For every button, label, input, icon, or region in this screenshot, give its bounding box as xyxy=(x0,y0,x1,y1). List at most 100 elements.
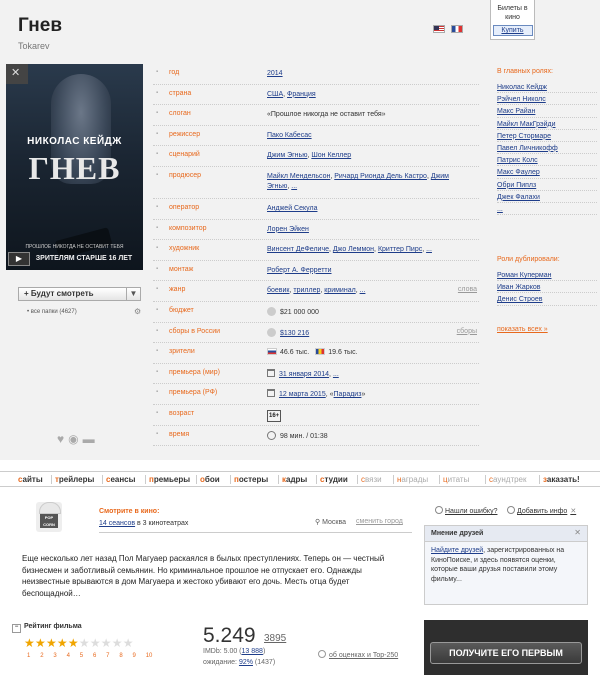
actor-link[interactable]: Николас Кейдж xyxy=(497,83,597,94)
writer-link[interactable]: Джим Эгнью xyxy=(267,152,307,159)
actor-link[interactable]: Патрис Колс xyxy=(497,156,597,167)
more-link[interactable]: ... xyxy=(426,246,432,253)
star-rating[interactable]: ★★★★★★★★★★ xyxy=(24,636,134,650)
expect-suffix: (1437) xyxy=(252,659,276,666)
report-error-link[interactable]: Нашли ошибку? xyxy=(435,506,497,515)
nav-item[interactable]: обои xyxy=(200,475,220,484)
sessions-link[interactable]: 14 сеансов xyxy=(99,520,135,527)
nav-item[interactable]: студии xyxy=(320,475,348,484)
actor-link[interactable]: Петер Стормаре xyxy=(497,132,597,142)
operator-link[interactable]: Анджей Секула xyxy=(267,205,317,212)
box-office-details-link[interactable]: сборы xyxy=(457,328,477,335)
premiere-rf-link[interactable]: 12 марта 2015 xyxy=(279,391,326,398)
star-rating-numbers: 1 2 3 4 5 6 7 8 9 10 xyxy=(27,653,159,659)
change-city-link[interactable]: сменить город xyxy=(356,518,403,525)
distributor-link[interactable]: Парадиз xyxy=(334,391,362,398)
clock-icon xyxy=(267,430,276,440)
watchlist-button[interactable]: + Будут смотреть ▼ xyxy=(18,287,141,301)
poster-corner-icon[interactable] xyxy=(6,64,28,84)
actor-link[interactable]: Павел Личникофф xyxy=(497,144,597,155)
writer-link[interactable]: Шон Келлер xyxy=(311,152,351,159)
play-trailer-icon[interactable]: ▶ xyxy=(8,252,30,266)
actor-link[interactable]: Рэйчел Николс xyxy=(497,95,597,106)
editor-link[interactable]: Роберт А. Ферретти xyxy=(267,267,332,274)
producer-link[interactable]: Ричард Риондa Дель Кастро xyxy=(334,173,427,180)
close-icon[interactable]: ✕ xyxy=(574,528,581,537)
director-link[interactable]: Пако Кабесас xyxy=(267,132,312,139)
dubber-link[interactable]: Денис Строев xyxy=(497,295,597,306)
age-badge[interactable]: 16+ xyxy=(267,409,282,422)
rating-star-icon[interactable]: ★ xyxy=(79,636,90,650)
nav-item[interactable]: премьеры xyxy=(149,475,190,484)
nav-item[interactable]: кадры xyxy=(282,475,307,484)
genre-link[interactable]: криминал xyxy=(324,287,355,294)
rating-heading[interactable]: Рейтинг фильма xyxy=(12,623,82,633)
about-ratings-link[interactable]: об оценках и Top-250 xyxy=(318,650,398,659)
more-actors-link[interactable]: ... xyxy=(497,205,597,216)
actor-link[interactable]: Макс Фаулер xyxy=(497,168,597,179)
producer-link[interactable]: Майкл Мендельсон xyxy=(267,173,330,180)
find-friends-link[interactable]: Найдите друзей xyxy=(431,547,483,554)
nav-item[interactable]: цитаты xyxy=(443,475,469,484)
composer-link[interactable]: Лорен Эйкен xyxy=(267,226,309,233)
actor-link[interactable]: Обри Пиплз xyxy=(497,181,597,191)
country-link[interactable]: Франция xyxy=(287,91,316,98)
genre-link[interactable]: боевик xyxy=(267,287,290,294)
more-link[interactable]: ... xyxy=(291,183,297,190)
rating-star-icon[interactable]: ★ xyxy=(57,636,68,650)
us-flag-icon[interactable] xyxy=(433,25,445,33)
rating-star-icon[interactable]: ★ xyxy=(46,636,57,650)
more-link[interactable]: ... xyxy=(333,371,339,378)
year-link[interactable]: 2014 xyxy=(267,70,283,77)
get-it-first-button[interactable]: ПОЛУЧИТЕ ЕГО ПЕРВЫМ xyxy=(430,642,582,664)
rating-star-icon[interactable]: ★ xyxy=(68,636,79,650)
artist-link[interactable]: Криттер Пирс xyxy=(378,246,422,253)
about-ratings-label: об оценках и Top-250 xyxy=(329,652,399,659)
dubber-link[interactable]: Иван Жарков xyxy=(497,283,597,294)
heart-icon[interactable]: ♥ xyxy=(57,432,68,446)
rating-star-icon[interactable]: ★ xyxy=(112,636,123,650)
box-office-link[interactable]: $130 216 xyxy=(280,330,309,337)
info-row-box-office: сборы в России $130 216 сборы xyxy=(153,323,479,344)
expect-pct-link[interactable]: 92% xyxy=(239,659,253,666)
buy-tickets-button[interactable]: Купить xyxy=(492,25,533,36)
movie-poster[interactable]: НИКОЛАС КЕЙДЖ ГНЕВ ПРОШЛОЕ НИКОГДА НЕ ОС… xyxy=(6,64,143,270)
info-icon xyxy=(318,650,326,658)
dubber-link[interactable]: Роман Куперман xyxy=(497,271,597,282)
actor-link[interactable]: Джек Фалахи xyxy=(497,193,597,203)
rating-star-icon[interactable]: ★ xyxy=(101,636,112,650)
genre-link[interactable]: триллер xyxy=(293,287,320,294)
premiere-world-link[interactable]: 31 января 2014 xyxy=(279,371,329,378)
eye-icon[interactable]: ◉ xyxy=(68,432,82,446)
nav-item[interactable]: сайты xyxy=(18,475,43,484)
country-link[interactable]: США xyxy=(267,91,283,98)
show-all-cast-link[interactable]: показать всех » xyxy=(497,326,548,333)
add-info-link[interactable]: Добавить инфо ✕ xyxy=(507,506,576,515)
chevron-down-icon[interactable]: ▼ xyxy=(126,288,140,300)
nav-item[interactable]: связи xyxy=(361,475,382,484)
comment-icon[interactable]: ▬ xyxy=(83,432,99,446)
nav-separator xyxy=(439,475,440,484)
artist-link[interactable]: Джо Леммон xyxy=(333,246,374,253)
nav-item[interactable]: трейлеры xyxy=(55,475,94,484)
rating-star-icon[interactable]: ★ xyxy=(35,636,46,650)
distributor-suffix: » xyxy=(361,391,366,399)
close-icon[interactable]: ✕ xyxy=(570,508,576,515)
keywords-link[interactable]: слова xyxy=(458,286,477,293)
folder-settings-icon[interactable]: ⚙ xyxy=(134,307,141,316)
more-link[interactable]: ... xyxy=(360,287,366,294)
nav-item[interactable]: сеансы xyxy=(106,475,135,484)
nav-item[interactable]: саундтрек xyxy=(489,475,527,484)
rating-star-icon[interactable]: ★ xyxy=(90,636,101,650)
fr-flag-icon[interactable] xyxy=(451,25,463,33)
artist-link[interactable]: Винсент ДеФеличе xyxy=(267,246,329,253)
imdb-votes-link[interactable]: 13 888 xyxy=(242,648,263,655)
nav-item[interactable]: награды xyxy=(397,475,428,484)
actor-link[interactable]: Майкл МакГрэйди xyxy=(497,120,597,130)
nav-item[interactable]: заказать! xyxy=(543,475,580,484)
rating-star-icon[interactable]: ★ xyxy=(24,636,35,650)
rating-votes-link[interactable]: 3895 xyxy=(264,633,286,644)
nav-item[interactable]: постеры xyxy=(234,475,268,484)
actor-link[interactable]: Макс Райан xyxy=(497,107,597,118)
rating-star-icon[interactable]: ★ xyxy=(123,636,134,650)
